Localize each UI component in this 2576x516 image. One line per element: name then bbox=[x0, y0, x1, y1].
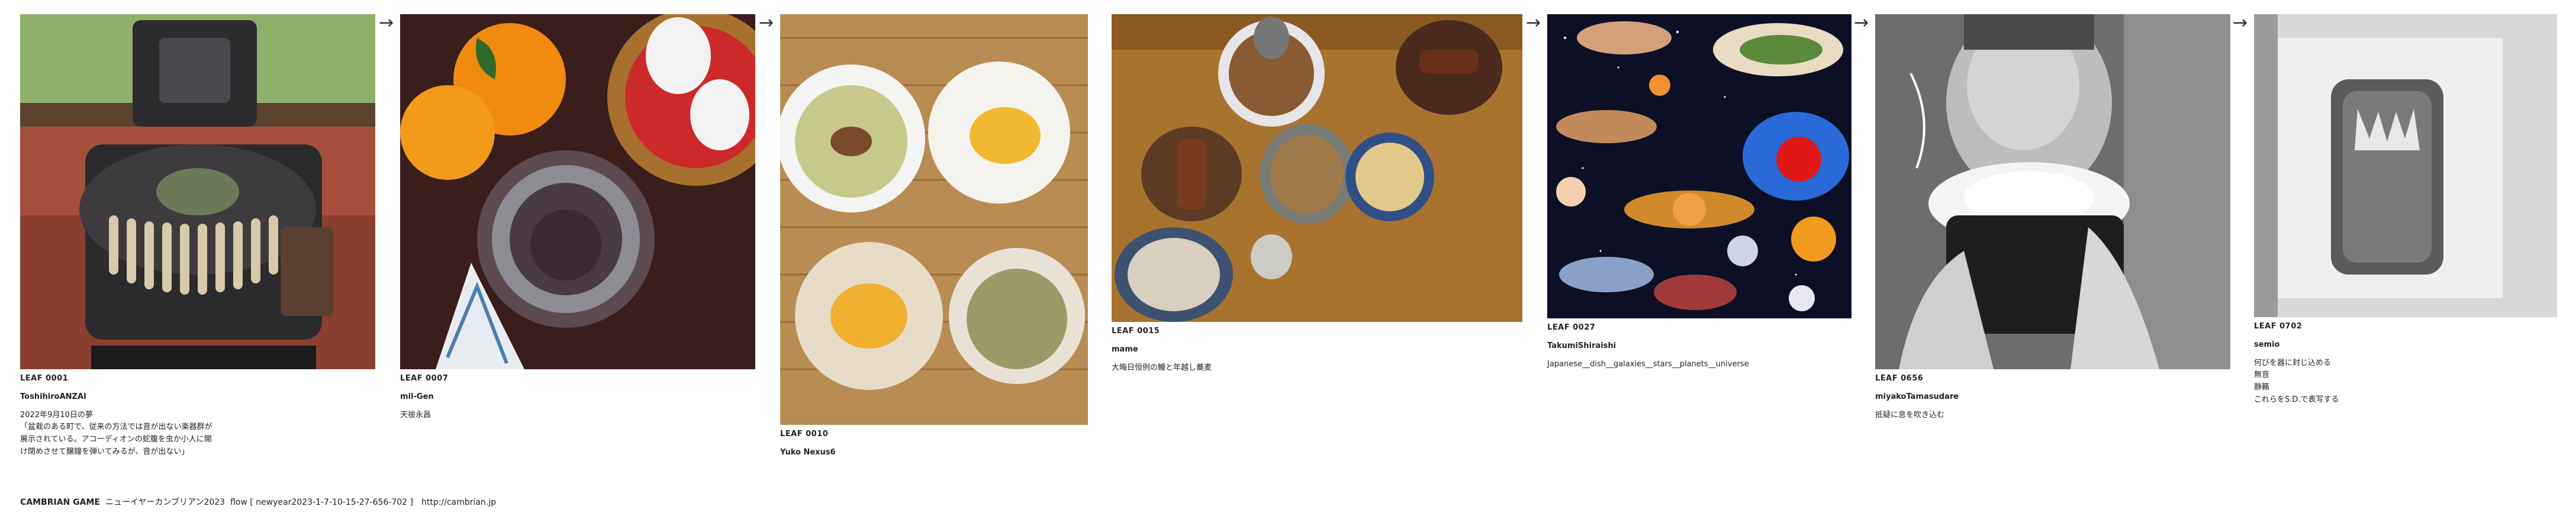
leaf-code: LEAF 0702 bbox=[2254, 322, 2303, 331]
leaf-photo-sealed-silence[interactable] bbox=[2254, 14, 2557, 317]
flow-arrow-icon: → bbox=[759, 12, 774, 33]
leaf-photo-dish-galaxy-collage[interactable] bbox=[1547, 14, 1852, 318]
page-footer: CAMBRIAN GAME ニューイヤーカンブリアン2023 flow [ ne… bbox=[20, 496, 496, 508]
leaf-author[interactable]: mame bbox=[1112, 344, 1522, 356]
leaf-comment: 何びを器に封じ込める 無音 静籟 これらをS.D.で表写する bbox=[2254, 358, 2339, 404]
leaf-author[interactable]: Yuko Nexus6 bbox=[780, 447, 1088, 459]
leaf-comment: 抵疑に息を吹き込む bbox=[1875, 410, 1945, 420]
footer-game-name: CAMBRIAN GAME bbox=[20, 498, 100, 507]
leaf-author[interactable]: semio bbox=[2254, 339, 2557, 351]
leaf-photo-breath-into-cup[interactable] bbox=[1875, 14, 2230, 369]
flow-arrow-icon: → bbox=[1854, 12, 1869, 33]
leaf-photo-eel-and-soba[interactable] bbox=[1112, 14, 1522, 322]
leaf-card-0027[interactable]: LEAF 0027 TakumiShiraishi Japanese__dish… bbox=[1547, 14, 1852, 370]
leaf-code: LEAF 0027 bbox=[1547, 323, 1596, 332]
leaf-card-0015[interactable]: LEAF 0015 mame 大晦日恒例の鰻と年越し蕎麦 bbox=[1112, 14, 1522, 374]
leaf-card-0001[interactable]: LEAF 0001 ToshihiroANZAI 2022年9月10日の夢 「盆… bbox=[20, 14, 375, 459]
leaf-card-0010[interactable]: LEAF 0010 Yuko Nexus6 bbox=[780, 14, 1088, 465]
flow-arrow-icon: → bbox=[1526, 12, 1541, 33]
leaf-comment: 大晦日恒例の鰻と年越し蕎麦 bbox=[1112, 363, 1212, 372]
leaf-code: LEAF 0010 bbox=[780, 430, 829, 438]
footer-site-link[interactable]: http://cambrian.jp bbox=[421, 498, 496, 507]
flow-arrow-icon: → bbox=[2233, 12, 2248, 33]
leaf-comment: 天祓永昌 bbox=[400, 410, 432, 420]
leaf-author[interactable]: miyakoTamasudare bbox=[1875, 391, 2230, 404]
leaf-code: LEAF 0015 bbox=[1112, 327, 1160, 336]
leaf-card-0007[interactable]: LEAF 0007 mil-Gen 天祓永昌 bbox=[400, 14, 755, 421]
leaf-photo-tea-and-sweets[interactable] bbox=[780, 14, 1088, 425]
leaf-code: LEAF 0001 bbox=[20, 374, 69, 383]
leaf-comment: Japanese__dish__galaxies__stars__planets… bbox=[1547, 359, 1749, 369]
leaf-card-0702[interactable]: LEAF 0702 semio 何びを器に封じ込める 無音 静籟 これらをS.D… bbox=[2254, 14, 2557, 407]
leaf-comment: 2022年9月10日の夢 「盆栽のある町で、従来の方法では音が出ない楽器群が 展… bbox=[20, 410, 212, 456]
flow-arrow-icon: → bbox=[379, 12, 394, 33]
leaf-author[interactable]: TakumiShiraishi bbox=[1547, 340, 1852, 353]
leaf-photo-accordion-instrument[interactable] bbox=[20, 14, 375, 369]
leaf-code: LEAF 0007 bbox=[400, 374, 449, 383]
leaf-card-0656[interactable]: LEAF 0656 miyakoTamasudare 抵疑に息を吹き込む bbox=[1875, 14, 2230, 421]
leaf-code: LEAF 0656 bbox=[1875, 374, 1924, 383]
leaf-author[interactable]: mil-Gen bbox=[400, 391, 755, 404]
footer-flow-title: ニューイヤーカンブリアン2023 flow [ newyear2023-1-7-… bbox=[105, 498, 413, 507]
leaf-author[interactable]: ToshihiroANZAI bbox=[20, 391, 375, 404]
leaf-photo-oranges-and-glass[interactable] bbox=[400, 14, 755, 369]
